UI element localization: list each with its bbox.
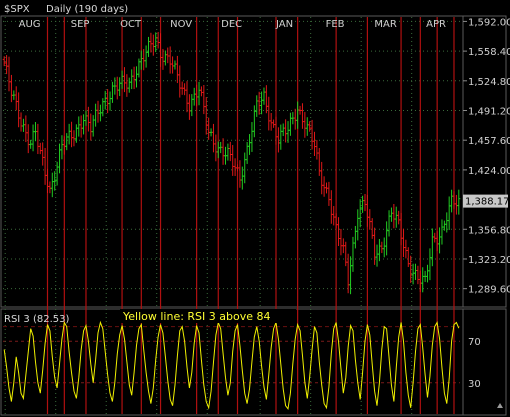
month-label: APR — [426, 19, 446, 30]
axis-labels: 1,592.00 1,558.40 1,524.80 1,491.20 1,457.60… — [19, 17, 510, 389]
price-tick-label: 1,424.00 — [468, 166, 510, 177]
scroll-triangle-icon[interactable] — [497, 403, 503, 408]
price-tick-label: 1,323.20 — [468, 255, 510, 266]
rsi-tick-label: 70 — [468, 337, 481, 348]
period-label: Daily (190 days) — [46, 4, 128, 15]
last-price-label: 1,388.17 — [465, 197, 510, 208]
rsi-panel-frame — [0, 308, 507, 416]
rsi-plot — [3, 320, 460, 411]
price-and-rsi-chart: 1,592.00 1,558.40 1,524.80 1,491.20 1,457.60… — [0, 4, 510, 416]
rsi-title: RSI 3 (82.53) — [4, 314, 69, 325]
rsi-series-line — [3, 320, 460, 411]
price-tick-label: 1,457.60 — [468, 136, 510, 147]
rsi-signal-lines — [46, 17, 455, 414]
price-tick-label: 1,558.40 — [468, 47, 510, 58]
month-label: FEB — [326, 19, 345, 30]
price-tick-label: 1,491.20 — [468, 107, 510, 118]
symbol-label: $SPX — [4, 4, 30, 15]
month-label: JAN — [275, 19, 293, 30]
rsi-annotation: Yellow line: RSI 3 above 84 — [122, 310, 271, 323]
price-bars — [2, 31, 461, 295]
month-label: SEP — [71, 19, 90, 30]
price-tick-label: 1,356.80 — [468, 225, 510, 236]
month-label: AUG — [19, 19, 41, 30]
month-label: DEC — [221, 19, 242, 30]
price-tick-label: 1,289.60 — [468, 285, 510, 296]
price-tick-label: 1,592.00 — [468, 17, 510, 28]
month-label: NOV — [170, 19, 192, 30]
month-label: MAR — [374, 19, 396, 30]
chart-window: 1,592.00 1,558.40 1,524.80 1,491.20 1,457.60… — [0, 0, 510, 417]
rsi-tick-label: 30 — [468, 379, 481, 390]
price-tick-label: 1,524.80 — [468, 77, 510, 88]
month-label: OCT — [120, 19, 142, 30]
